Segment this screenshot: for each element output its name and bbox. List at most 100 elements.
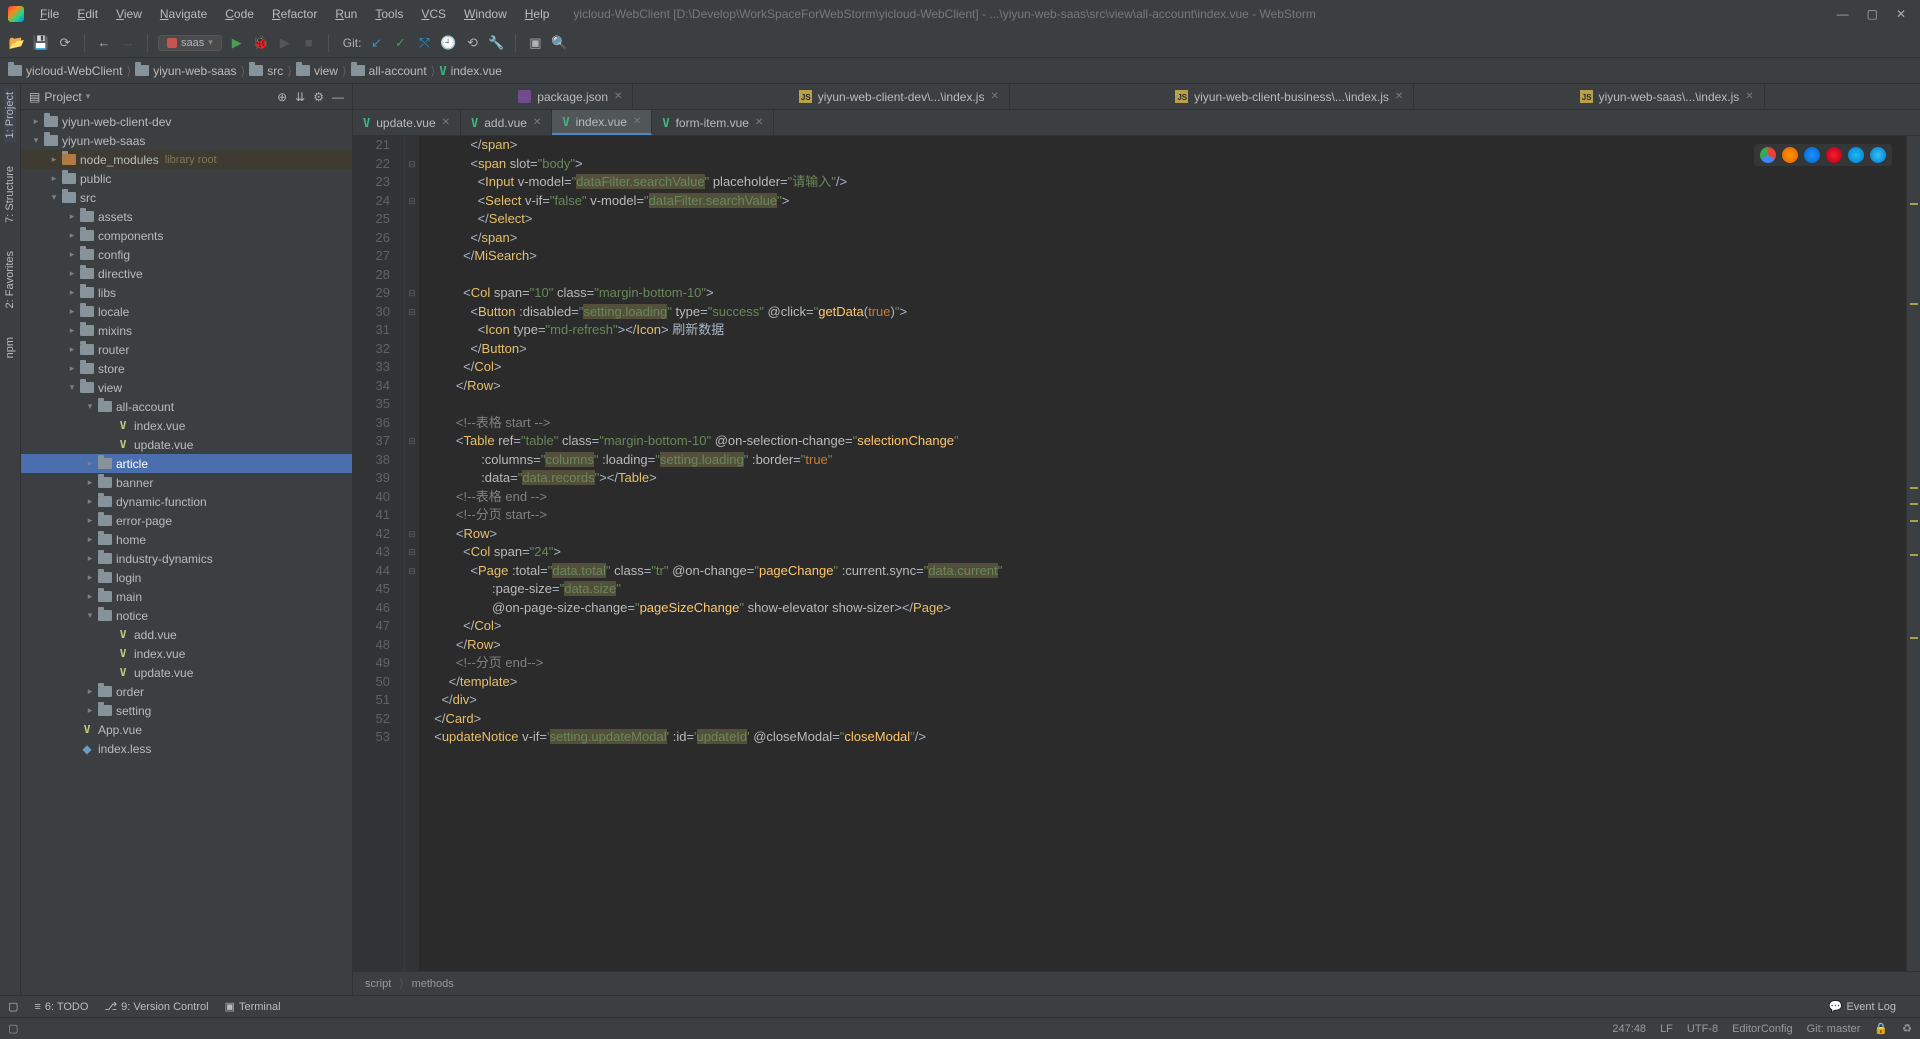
crumb-item[interactable]: methods [412, 978, 454, 990]
tree-item[interactable]: store [21, 359, 352, 378]
editorconfig-status[interactable]: EditorConfig [1732, 1023, 1793, 1035]
menu-help[interactable]: Help [517, 5, 558, 23]
event-log[interactable]: 💬Event Log [1829, 1000, 1896, 1013]
editor-tab[interactable]: JSyiyun-web-client-business\...\index.js… [1165, 84, 1414, 109]
fold-gutter[interactable]: ⊟⊟⊟⊟⊟⊟⊟⊟ [405, 136, 419, 971]
lock-icon[interactable]: 🔒 [1874, 1022, 1888, 1035]
panel-settings-icon[interactable]: ⚙ [313, 90, 324, 104]
tab-close-icon[interactable]: ✕ [633, 116, 641, 127]
tree-item[interactable]: router [21, 340, 352, 359]
refresh-icon[interactable]: ⟳ [56, 34, 74, 52]
git-commit-icon[interactable]: ✓ [391, 34, 409, 52]
edge-icon[interactable] [1870, 147, 1886, 163]
tree-item[interactable]: yiyun-web-saas [21, 131, 352, 150]
debug-icon[interactable]: 🐞 [252, 34, 270, 52]
tree-item[interactable]: all-account [21, 397, 352, 416]
hide-panel-icon[interactable]: — [332, 90, 344, 104]
tab-close-icon[interactable]: ✕ [990, 91, 998, 102]
tree-item[interactable]: error-page [21, 511, 352, 530]
safari-icon[interactable] [1804, 147, 1820, 163]
tree-item[interactable]: home [21, 530, 352, 549]
editor-tab[interactable]: JSyiyun-web-client-dev\...\index.js✕ [789, 84, 1010, 109]
close-icon[interactable]: ✕ [1896, 7, 1906, 21]
memory-icon[interactable]: ♻ [1902, 1022, 1912, 1035]
menu-view[interactable]: View [108, 5, 150, 23]
bottom-tool-terminal[interactable]: ▣Terminal [225, 1000, 281, 1013]
opera-icon[interactable] [1826, 147, 1842, 163]
git-revert-icon[interactable]: ⟲ [463, 34, 481, 52]
git-history-icon[interactable]: 🕘 [439, 34, 457, 52]
error-stripe[interactable] [1906, 136, 1920, 971]
menu-window[interactable]: Window [456, 5, 515, 23]
git-compare-icon[interactable]: ⤲ [415, 34, 433, 52]
bottom-tool-todo[interactable]: ≡6: TODO [34, 1001, 88, 1013]
stop-icon[interactable]: ■ [300, 34, 318, 52]
tree-item[interactable]: dynamic-function [21, 492, 352, 511]
editor-tab[interactable]: Vform-item.vue✕ [652, 110, 774, 135]
forward-icon[interactable]: → [119, 34, 137, 52]
menu-refactor[interactable]: Refactor [264, 5, 325, 23]
nav-crumb[interactable]: yiyun-web-saas [135, 64, 236, 78]
tree-item[interactable]: Vadd.vue [21, 625, 352, 644]
project-tree[interactable]: yiyun-web-client-devyiyun-web-saasnode_m… [21, 110, 352, 995]
run-config-selector[interactable]: saas ▾ [158, 35, 222, 51]
tree-item[interactable]: Vindex.vue [21, 416, 352, 435]
menu-file[interactable]: File [32, 5, 67, 23]
run-icon[interactable]: ▶ [228, 34, 246, 52]
tree-item[interactable]: src [21, 188, 352, 207]
search-icon[interactable]: 🔍 [550, 34, 568, 52]
tree-item[interactable]: config [21, 245, 352, 264]
git-update-icon[interactable]: ↙ [367, 34, 385, 52]
caret-position[interactable]: 247:48 [1612, 1023, 1646, 1035]
ide-scripting-icon[interactable]: ▣ [526, 34, 544, 52]
tree-item[interactable]: components [21, 226, 352, 245]
tab-close-icon[interactable]: ✕ [614, 91, 622, 102]
tab-close-icon[interactable]: ✕ [1745, 91, 1753, 102]
tree-item[interactable]: node_moduleslibrary root [21, 150, 352, 169]
editor-tab[interactable]: JSyiyun-web-saas\...\index.js✕ [1570, 84, 1765, 109]
locate-icon[interactable]: ⊕ [277, 90, 287, 104]
collapse-icon[interactable]: ⇊ [295, 90, 305, 104]
nav-crumb[interactable]: src [249, 64, 283, 78]
tree-item[interactable]: assets [21, 207, 352, 226]
nav-crumb[interactable]: Vindex.vue [439, 64, 502, 78]
tool-window-npm[interactable]: npm [4, 333, 16, 362]
maximize-icon[interactable]: ▢ [1867, 7, 1878, 21]
line-separator[interactable]: LF [1660, 1023, 1673, 1035]
tree-item[interactable]: directive [21, 264, 352, 283]
tree-item[interactable]: view [21, 378, 352, 397]
menu-navigate[interactable]: Navigate [152, 5, 215, 23]
nav-crumb[interactable]: yicloud-WebClient [8, 64, 123, 78]
tree-item[interactable]: locale [21, 302, 352, 321]
tree-item[interactable]: yiyun-web-client-dev [21, 112, 352, 131]
nav-crumb[interactable]: all-account [351, 64, 427, 78]
menu-vcs[interactable]: VCS [413, 5, 454, 23]
tree-item[interactable]: login [21, 568, 352, 587]
coverage-icon[interactable]: ▶ [276, 34, 294, 52]
settings-icon[interactable]: 🔧 [487, 34, 505, 52]
tree-item[interactable]: order [21, 682, 352, 701]
back-icon[interactable]: ← [95, 34, 113, 52]
editor-tab[interactable]: Vupdate.vue✕ [353, 110, 461, 135]
tree-item[interactable]: article [21, 454, 352, 473]
tab-close-icon[interactable]: ✕ [533, 117, 541, 128]
tab-close-icon[interactable]: ✕ [1395, 91, 1403, 102]
menu-tools[interactable]: Tools [367, 5, 411, 23]
tool-window-structure[interactable]: 7: Structure [4, 162, 16, 227]
tree-item[interactable]: Vupdate.vue [21, 435, 352, 454]
menu-run[interactable]: Run [327, 5, 365, 23]
chrome-icon[interactable] [1760, 147, 1776, 163]
tab-close-icon[interactable]: ✕ [755, 117, 763, 128]
tree-item[interactable]: libs [21, 283, 352, 302]
tree-item[interactable]: ◆index.less [21, 739, 352, 758]
editor-tab[interactable]: Vadd.vue✕ [461, 110, 552, 135]
toggle-tools-icon[interactable]: ▢ [8, 1022, 22, 1036]
tree-item[interactable]: mixins [21, 321, 352, 340]
open-icon[interactable]: 📂 [8, 34, 26, 52]
code-editor[interactable]: 2122232425262728293031323334353637383940… [353, 136, 1920, 971]
firefox-icon[interactable] [1782, 147, 1798, 163]
menu-code[interactable]: Code [217, 5, 262, 23]
tree-item[interactable]: industry-dynamics [21, 549, 352, 568]
tree-item[interactable]: Vindex.vue [21, 644, 352, 663]
tree-item[interactable]: banner [21, 473, 352, 492]
